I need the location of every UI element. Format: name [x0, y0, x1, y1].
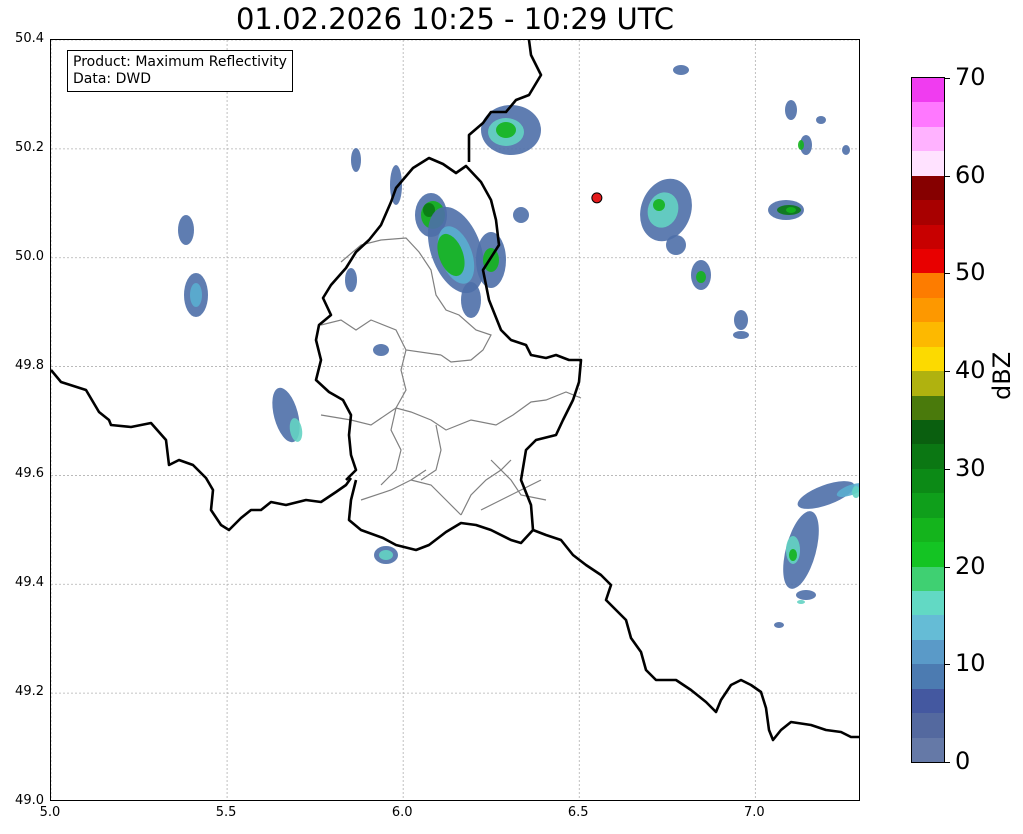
echo-cell: [351, 148, 361, 172]
colorbar-tick: [945, 468, 950, 470]
colorbar-tick-label: 20: [955, 551, 986, 580]
y-tick-label: 49.6: [15, 466, 44, 482]
colorbar-segment: [912, 663, 944, 689]
grid-lines: [51, 40, 859, 800]
echo-cell: [789, 549, 797, 561]
x-tick-label: 6.5: [567, 805, 589, 820]
echo-cell: [345, 268, 357, 292]
colorbar-segment: [912, 101, 944, 127]
colorbar-tick-label: 50: [955, 258, 986, 287]
colorbar-tick-label: 40: [955, 356, 986, 385]
radar-map-canvas: [51, 40, 859, 800]
colorbar-tick-label: 60: [955, 160, 986, 189]
echo-cell: [783, 511, 819, 589]
colorbar-segment: [912, 737, 944, 762]
echo-cell: [653, 199, 665, 211]
echo-cell: [513, 207, 529, 223]
colorbar-title: dBZ: [988, 351, 1016, 400]
colorbar-tick-label: 30: [955, 453, 986, 482]
echo-cell: [666, 235, 686, 255]
colorbar-segment: [912, 150, 944, 176]
location-marker[interactable]: [591, 192, 603, 204]
x-tick-label: 6.0: [391, 805, 413, 820]
echo-cell: [785, 100, 797, 120]
echo-cell: [734, 310, 748, 330]
echo-cell: [190, 283, 202, 307]
colorbar-segment: [912, 443, 944, 469]
y-tick-label: 49.4: [15, 575, 44, 591]
colorbar-segment: [912, 419, 944, 445]
country-borders: [51, 40, 859, 742]
product-label: Product: Maximum Reflectivity: [73, 54, 287, 70]
echo-cell: [842, 145, 850, 155]
colorbar-tick-label: 70: [955, 63, 986, 91]
echo-cell: [786, 207, 796, 213]
echo-cell: [774, 622, 784, 628]
colorbar-tick: [945, 273, 950, 275]
y-tick-label: 50.2: [15, 139, 44, 155]
y-tick-label: 49.2: [15, 684, 44, 700]
colorbar-segment: [912, 321, 944, 347]
colorbar-segment: [912, 272, 944, 298]
colorbar-segment: [912, 199, 944, 225]
colorbar-tick: [945, 566, 950, 568]
colorbar: [911, 77, 945, 763]
colorbar-segment: [912, 688, 944, 714]
y-tick-label: 50.4: [15, 31, 44, 46]
colorbar-segment: [912, 175, 944, 201]
echo-cell: [461, 282, 481, 318]
echo-cell: [816, 116, 826, 124]
colorbar-segment: [912, 517, 944, 543]
colorbar-segment: [912, 370, 944, 396]
colorbar-segment: [912, 395, 944, 420]
map-title: 01.02.2026 10:25 - 10:29 UTC: [235, 2, 675, 36]
colorbar-segment: [912, 712, 944, 738]
colorbar-segment: [912, 248, 944, 274]
echo-cell: [178, 215, 194, 245]
colorbar-tick: [945, 175, 950, 177]
echo-cell: [373, 344, 389, 356]
colorbar-segment: [912, 590, 944, 616]
y-tick-label: 49.8: [15, 357, 44, 373]
colorbar-segment: [912, 224, 944, 249]
echo-cell: [733, 331, 749, 339]
colorbar-segment: [912, 468, 944, 494]
x-tick-label: 5.5: [215, 805, 237, 820]
echo-cell: [496, 122, 516, 138]
echo-cell: [852, 486, 859, 498]
colorbar-tick: [945, 78, 950, 79]
colorbar-segment: [912, 346, 944, 372]
info-box: Product: Maximum Reflectivity Data: DWD: [67, 50, 293, 92]
echo-cell: [379, 550, 393, 560]
colorbar-segment: [912, 541, 944, 567]
colorbar-segment: [912, 614, 944, 640]
colorbar-tick-label: 0: [955, 747, 971, 775]
echo-cell: [796, 590, 816, 600]
echo-cell: [696, 271, 706, 283]
colorbar-tick: [945, 762, 950, 763]
colorbar-segment: [912, 126, 944, 152]
y-tick-label: 50.0: [15, 248, 44, 264]
colorbar-segment: [912, 297, 944, 323]
colorbar-tick: [945, 371, 950, 373]
colorbar-segment: [912, 77, 944, 103]
echo-cell: [673, 65, 689, 75]
colorbar-segment: [912, 639, 944, 665]
x-tick-label: 5.0: [39, 805, 61, 820]
colorbar-segment: [912, 566, 944, 591]
echo-cell: [797, 600, 805, 604]
radar-map[interactable]: [50, 39, 860, 801]
data-source-label: Data: DWD: [73, 71, 151, 87]
colorbar-segment: [912, 492, 944, 518]
echo-cell: [798, 140, 804, 150]
colorbar-tick: [945, 664, 950, 666]
x-tick-label: 7.0: [744, 805, 765, 820]
colorbar-tick-label: 10: [955, 649, 986, 678]
